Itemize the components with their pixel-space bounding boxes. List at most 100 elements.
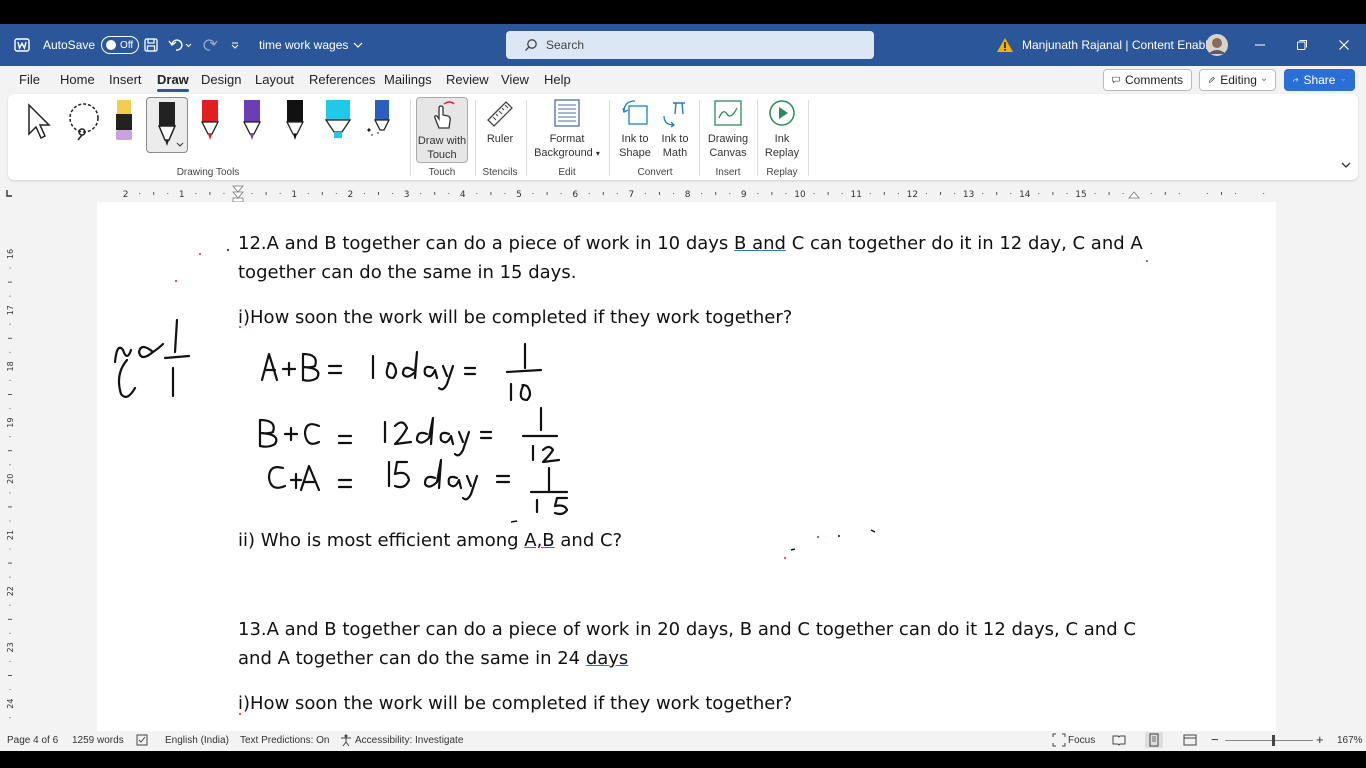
pen-red[interactable] — [198, 100, 222, 146]
ruler-icon — [487, 101, 513, 127]
tab-mailings[interactable]: Mailings — [384, 72, 432, 87]
select-tool-button[interactable] — [23, 102, 55, 146]
avatar[interactable] — [1205, 24, 1229, 66]
minimize-button[interactable] — [1238, 24, 1282, 66]
tab-design[interactable]: Design — [201, 72, 241, 87]
accessibility-status[interactable]: Accessibility: Investigate — [355, 735, 463, 746]
ruler-dot — [982, 192, 984, 195]
ruler-dot — [701, 192, 703, 195]
proofing-icon[interactable] — [136, 733, 150, 750]
drawing-canvas-icon — [714, 100, 742, 126]
focus-mode[interactable]: Focus — [1068, 735, 1095, 746]
share-button[interactable]: Share — [1284, 69, 1355, 91]
group-label-touch: Touch — [428, 167, 456, 178]
web-layout-icon[interactable] — [1183, 733, 1197, 750]
q12-part-ii[interactable]: ii) Who is most efficient among A,B and … — [238, 530, 622, 551]
focus-icon[interactable] — [1052, 733, 1066, 750]
vertical-ruler-number: 22 — [6, 586, 15, 596]
highlighter-cyan[interactable] — [324, 100, 352, 146]
ink-replay-button[interactable]: Ink Replay — [760, 98, 804, 160]
document-title[interactable]: time work wages — [259, 24, 364, 66]
ruler-dot — [1038, 192, 1040, 195]
ink-to-math-button[interactable]: Ink to Math — [656, 98, 694, 160]
customize-qat-icon[interactable] — [230, 24, 240, 66]
word-count[interactable]: 1259 words — [72, 735, 124, 746]
ruler-dot — [251, 192, 253, 195]
ruler-dot — [813, 192, 815, 195]
horizontal-ruler[interactable]: 2 1 1 2 3 4 5 6 7 8 9 10 11 12 13 14 15 — [0, 184, 1366, 203]
q13-part-i[interactable]: i)How soon the work will be completed if… — [238, 693, 792, 714]
tab-view[interactable]: View — [501, 72, 529, 87]
pen-icon — [200, 100, 220, 140]
comments-button[interactable]: Comments — [1103, 69, 1192, 91]
zoom-slider-thumb[interactable] — [1272, 735, 1275, 746]
language[interactable]: English (India) — [165, 735, 229, 746]
tab-draw[interactable]: Draw — [157, 72, 189, 92]
page-count[interactable]: Page 4 of 6 — [7, 735, 58, 746]
lasso-select-button[interactable] — [64, 102, 104, 146]
warning-icon[interactable] — [996, 24, 1014, 66]
handwritten-ink-layer[interactable] — [97, 202, 697, 532]
word-window: AutoSave Off time work wages Manjunath R… — [0, 0, 1366, 768]
ruler-dot — [897, 192, 899, 195]
user-name[interactable]: Manjunath Rajanal | Content Enablers — [1022, 24, 1225, 66]
group-separator — [699, 100, 700, 176]
editing-mode-button[interactable]: Editing — [1199, 69, 1276, 91]
autosave-toggle[interactable]: Off — [101, 36, 140, 54]
zoom-in-button[interactable]: + — [1316, 732, 1324, 747]
pen-purple[interactable] — [240, 100, 264, 146]
zoom-slider-track[interactable] — [1225, 740, 1313, 741]
tab-file[interactable]: File — [19, 72, 40, 87]
ruler-number: 8 — [685, 190, 691, 200]
ruler-dot — [925, 192, 928, 195]
close-icon — [1339, 40, 1349, 50]
pen-galaxy[interactable] — [366, 100, 394, 146]
restore-button[interactable] — [1280, 24, 1324, 66]
vertical-ruler[interactable]: 16 17 18 19 20 21 22 23 24 — [0, 202, 20, 731]
comment-icon — [1112, 76, 1120, 84]
text-predictions[interactable]: Text Predictions: On — [240, 735, 329, 746]
group-label-replay: Replay — [766, 167, 798, 178]
tab-help[interactable]: Help — [544, 72, 571, 87]
accessibility-icon[interactable] — [339, 733, 353, 750]
chevron-down-icon — [1261, 78, 1267, 82]
group-separator — [808, 100, 809, 176]
print-layout-icon[interactable] — [1145, 732, 1163, 748]
draw-with-touch-button[interactable]: Draw with Touch — [416, 97, 468, 163]
pen-black-calligraphy[interactable] — [283, 100, 307, 146]
zoom-out-button[interactable]: − — [1211, 732, 1219, 747]
tab-review[interactable]: Review — [446, 72, 489, 87]
ruler-dot — [335, 192, 337, 195]
tab-references[interactable]: References — [309, 72, 375, 87]
save-icon[interactable] — [143, 24, 159, 66]
ink-to-shape-icon — [622, 100, 648, 125]
ink-to-shape-button[interactable]: Ink to Shape — [616, 98, 654, 160]
document-page[interactable]: 12.A and B together can do a piece of wo… — [97, 202, 1276, 731]
search-box[interactable]: Search — [506, 31, 874, 59]
vertical-ruler-dot — [9, 436, 11, 438]
vertical-ruler-dot — [9, 267, 11, 269]
tab-insert[interactable]: Insert — [109, 72, 142, 87]
group-label-edit: Edit — [558, 167, 576, 178]
tab-layout[interactable]: Layout — [255, 72, 294, 87]
tab-home[interactable]: Home — [60, 72, 95, 87]
ruler-number: 13 — [963, 190, 974, 200]
chevron-down-icon — [1341, 162, 1351, 168]
undo-icon[interactable] — [168, 24, 192, 66]
read-mode-icon[interactable] — [1112, 733, 1126, 750]
collapse-ribbon-button[interactable] — [1340, 160, 1352, 174]
format-background-button[interactable]: Format Background ▾ — [530, 98, 604, 161]
redo-icon[interactable] — [202, 24, 218, 66]
close-button[interactable] — [1322, 24, 1366, 66]
highlighter-yellow[interactable] — [112, 100, 136, 146]
drawing-canvas-label: Drawing Canvas — [707, 133, 749, 159]
pen-black-selected[interactable] — [146, 97, 188, 153]
q13-line2[interactable]: and A together can do the same in 24 day… — [238, 648, 628, 669]
zoom-level[interactable]: 167% — [1337, 735, 1363, 746]
q13-line1[interactable]: 13.A and B together can do a piece of wo… — [238, 619, 1136, 640]
drawing-canvas-button[interactable]: Drawing Canvas — [704, 98, 752, 160]
ruler-button[interactable]: Ruler — [480, 98, 520, 146]
ruler-dot — [785, 192, 787, 195]
pen-icon — [157, 102, 184, 147]
ruler-dot — [672, 192, 675, 195]
